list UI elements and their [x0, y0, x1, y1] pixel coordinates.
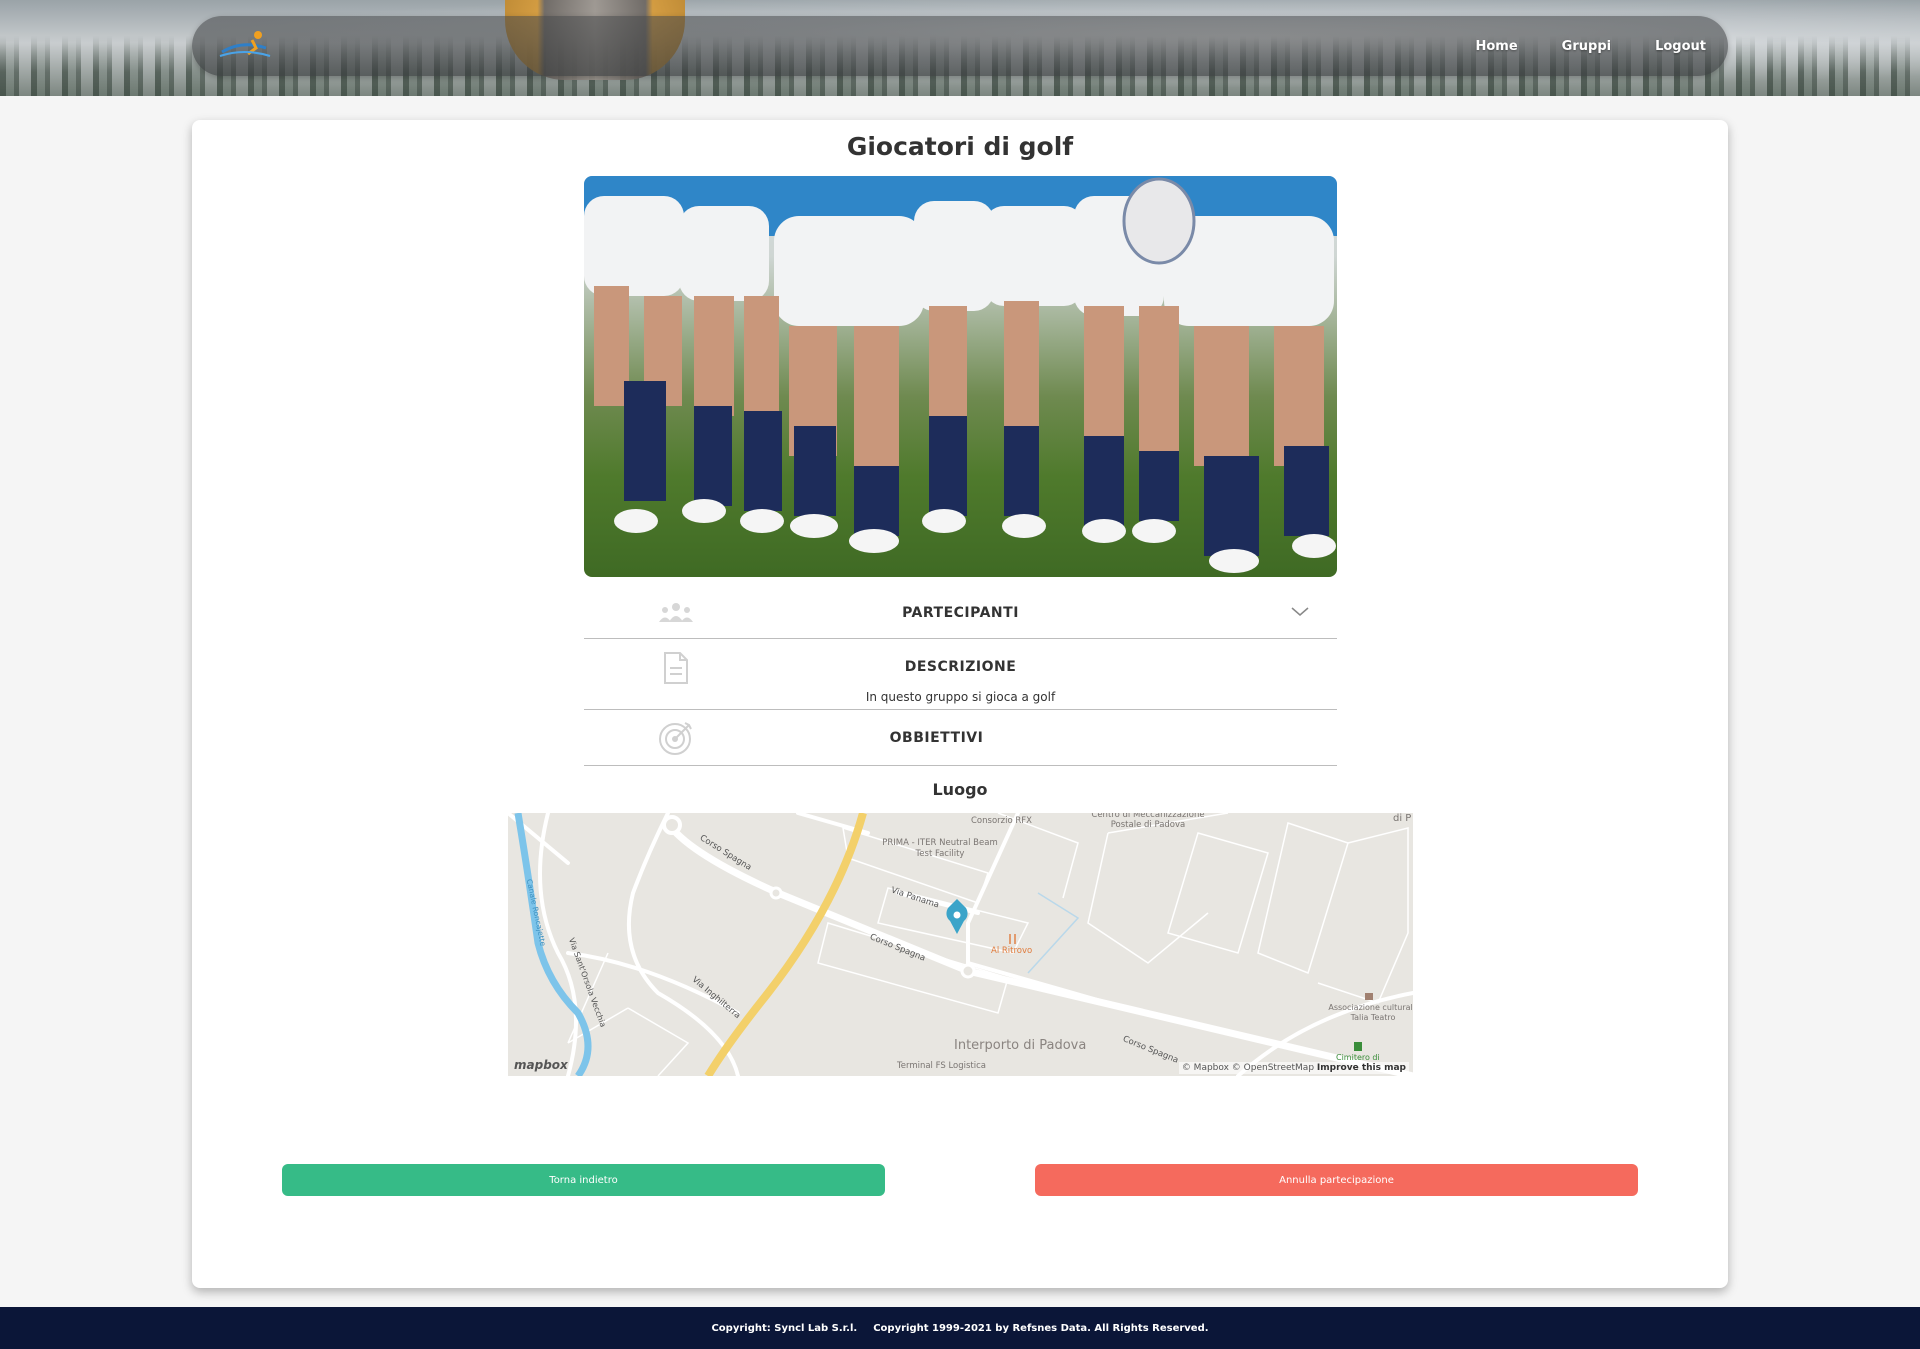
descrizione-text: In questo gruppo si gioca a golf [865, 690, 1056, 704]
map-place-label: Terminal FS Logistica [897, 1061, 987, 1071]
group-detail-card: Giocatori di golf PARTECIPANTI DESCRIZIO… [192, 120, 1728, 1288]
footer-copyright-company: Copyright: Syncl Lab S.r.l. [711, 1322, 858, 1334]
descrizione-title: DESCRIZIONE [904, 659, 1017, 675]
chevron-down-icon[interactable] [1291, 603, 1309, 621]
cancel-participation-button[interactable]: Annulla partecipazione [1035, 1164, 1638, 1196]
map-place-label: Centro di Meccanizzazione Postale di Pad… [1091, 813, 1205, 830]
back-button[interactable]: Torna indietro [282, 1164, 885, 1196]
footer: Copyright: Syncl Lab S.r.l. Copyright 19… [0, 1307, 1920, 1349]
partecipanti-title: PARTECIPANTI [902, 605, 1019, 621]
mapbox-logo[interactable]: mapbox [514, 1058, 568, 1072]
improve-map-link[interactable]: Improve this map [1317, 1063, 1406, 1073]
map-attribution-text[interactable]: © Mapbox © OpenStreetMap [1182, 1063, 1314, 1073]
nav-links: Home Gruppi Logout [1475, 16, 1706, 76]
group-image [584, 176, 1337, 577]
section-partecipanti[interactable]: PARTECIPANTI [584, 587, 1337, 639]
nav-home-link[interactable]: Home [1475, 39, 1517, 54]
group-title: Giocatori di golf [846, 132, 1074, 161]
obbiettivi-title: OBBIETTIVI [889, 730, 984, 746]
logo-icon [219, 31, 271, 57]
map-place-label: Consorzio RFX [971, 816, 1032, 826]
nav-logout-link[interactable]: Logout [1655, 39, 1706, 54]
map-place-label: di P [1393, 813, 1412, 824]
map-place-label: PRIMA - ITER Neutral Beam Test Facility [882, 838, 998, 859]
mapbox-logo-text: mapbox [514, 1058, 568, 1072]
header-background: Home Gruppi Logout [0, 0, 1920, 96]
section-descrizione: DESCRIZIONE In questo gruppo si gioca a … [584, 640, 1337, 710]
map-place-label: Cimitero di [1336, 1053, 1380, 1062]
location-label: Luogo [932, 780, 988, 799]
map-place-label: Interporto di Padova [954, 1038, 1087, 1053]
navbar: Home Gruppi Logout [192, 16, 1728, 76]
map-place-label: Al Ritrovo [991, 946, 1033, 956]
map-place-label: Associazione culturale Talia Teatro [1328, 1003, 1413, 1022]
logo[interactable] [208, 26, 278, 66]
footer-copyright-refsnes: Copyright 1999-2021 by Refsnes Data. All… [873, 1322, 1209, 1334]
location-map[interactable]: Consorzio RFX Centro di Meccanizzazione … [508, 813, 1413, 1076]
map-attribution: © Mapbox © OpenStreetMap Improve this ma… [1178, 1062, 1409, 1074]
section-obbiettivi: OBBIETTIVI [584, 710, 1337, 766]
nav-gruppi-link[interactable]: Gruppi [1562, 39, 1611, 54]
rugby-players-image [584, 176, 1337, 573]
